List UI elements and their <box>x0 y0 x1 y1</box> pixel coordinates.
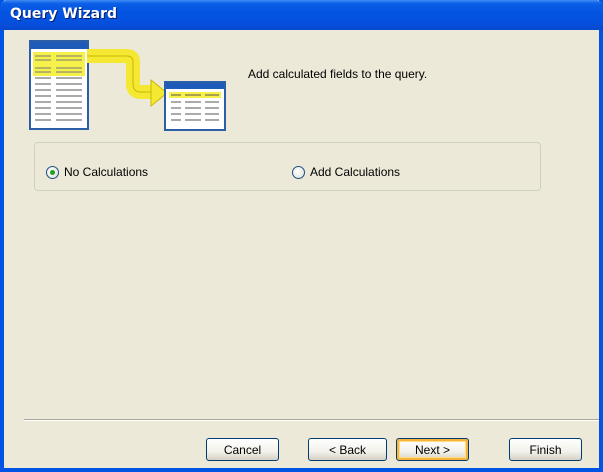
radio-checked-icon[interactable] <box>46 165 59 179</box>
window-title: Query Wizard <box>10 6 118 22</box>
title-bar[interactable]: Query Wizard <box>0 0 603 30</box>
no-calculations-label: No Calculations <box>64 165 149 179</box>
add-calculations-radio[interactable]: Add Calculations <box>292 165 400 179</box>
cancel-button[interactable]: Cancel <box>206 438 279 461</box>
radio-unchecked-icon[interactable] <box>292 165 305 179</box>
query-wizard-window: Query Wizard Add calculated fields to th… <box>0 0 603 472</box>
query-wizard-icon <box>29 40 226 131</box>
add-calculations-label: Add Calculations <box>310 165 401 179</box>
wizard-step-description: Add calculated fields to the query. <box>248 67 428 81</box>
finish-button[interactable]: Finish <box>509 438 582 461</box>
back-button[interactable]: < Back <box>308 438 387 461</box>
button-area-divider <box>24 419 599 421</box>
calculation-options-group: No Calculations Add Calculations <box>34 142 541 191</box>
next-button[interactable]: Next > <box>396 438 469 461</box>
no-calculations-radio[interactable]: No Calculations <box>46 165 148 179</box>
